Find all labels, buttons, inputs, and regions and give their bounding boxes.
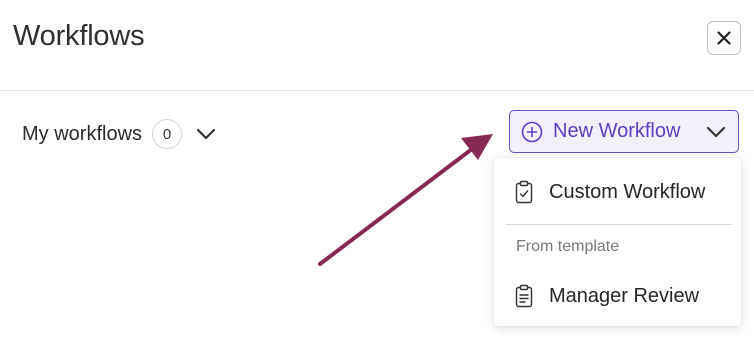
menu-divider — [506, 224, 732, 225]
menu-section-label: From template — [516, 238, 620, 255]
new-workflow-label: New Workflow — [553, 120, 681, 142]
plus-circle-icon — [521, 121, 543, 143]
new-workflow-button[interactable]: New Workflow — [509, 110, 739, 153]
header-divider — [0, 90, 754, 91]
my-workflows-label: My workflows — [22, 122, 143, 145]
page-title: Workflows — [13, 20, 145, 52]
close-button[interactable] — [707, 21, 741, 55]
new-workflow-dropdown-menu: Custom Workflow From template Manager Re… — [494, 158, 741, 326]
menu-item-manager-review[interactable]: Manager Review — [494, 276, 741, 316]
chevron-down-icon[interactable] — [196, 128, 216, 140]
clipboard-list-icon — [515, 284, 535, 308]
menu-item-custom-workflow[interactable]: Custom Workflow — [494, 172, 741, 212]
menu-item-label: Manager Review — [549, 284, 700, 307]
my-workflows-filter[interactable]: My workflows 0 — [22, 117, 216, 151]
chevron-down-icon — [706, 126, 726, 138]
workflow-count-badge: 0 — [152, 119, 183, 149]
close-icon — [717, 31, 731, 45]
menu-item-label: Custom Workflow — [549, 180, 706, 203]
clipboard-check-icon — [515, 180, 535, 204]
